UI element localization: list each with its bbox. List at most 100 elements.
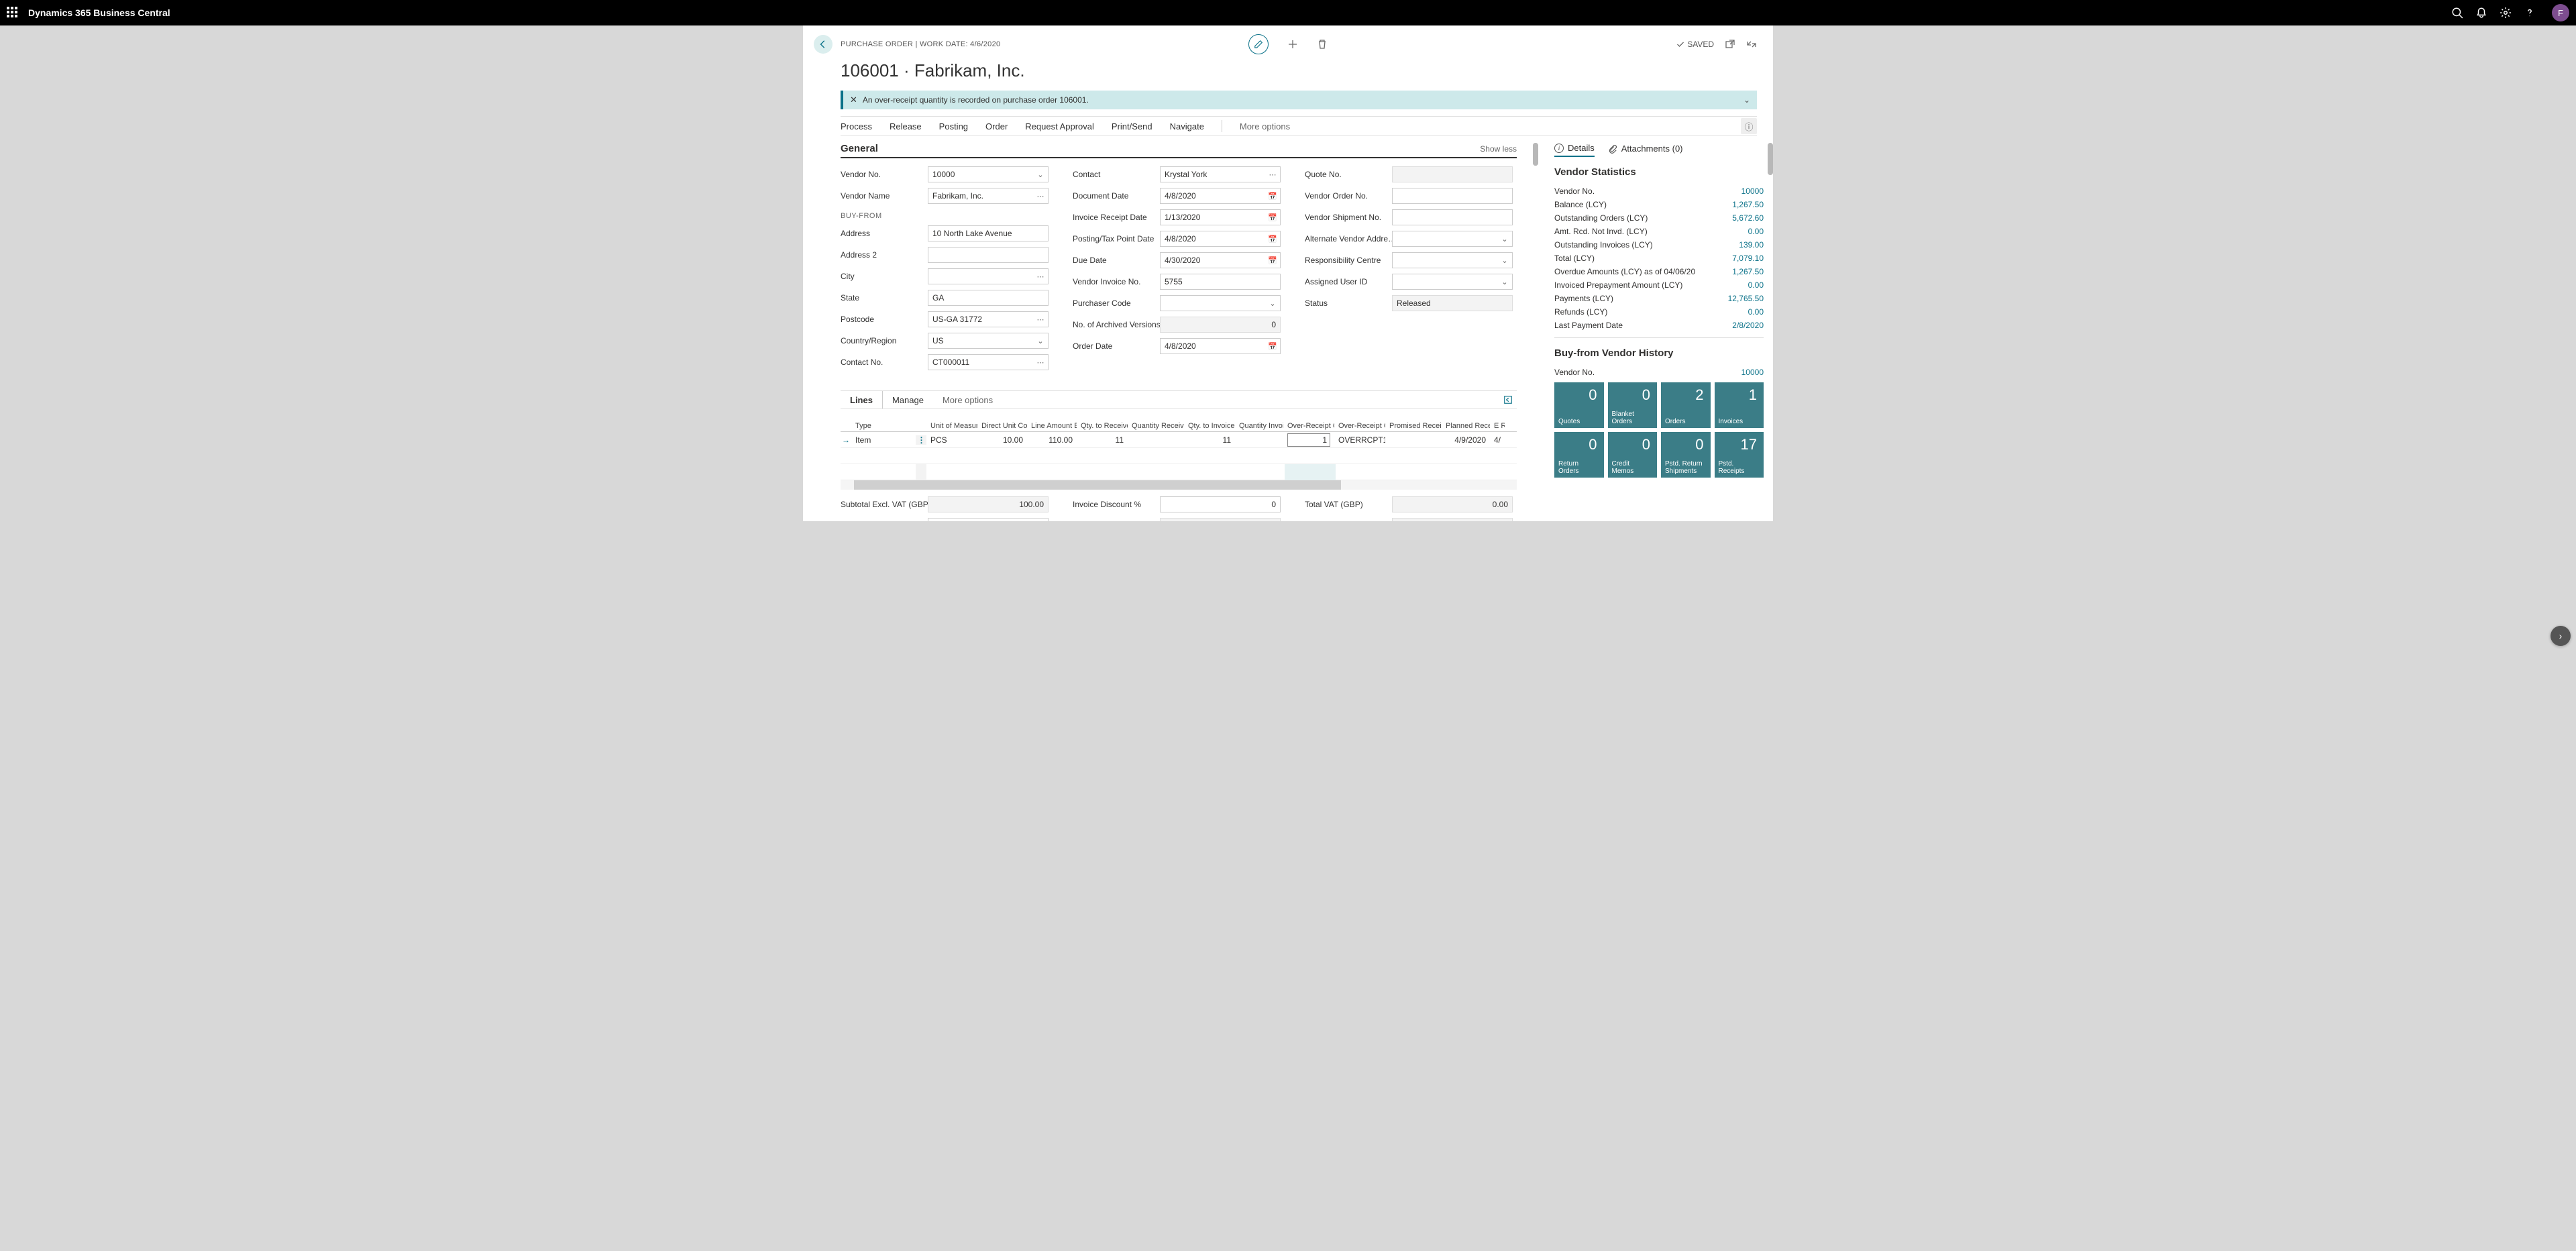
action-release[interactable]: Release <box>890 117 922 135</box>
vendor-shipment-no-input[interactable] <box>1392 209 1513 225</box>
grid-empty-row[interactable] <box>841 448 1517 464</box>
app-launcher-icon[interactable] <box>7 7 19 19</box>
vendor-history-title: Buy-from Vendor History <box>1554 343 1764 366</box>
fact-left-scrollbar[interactable] <box>1533 143 1538 166</box>
ellipsis-icon[interactable]: ⋯ <box>1034 270 1046 282</box>
tile-quotes[interactable]: 0Quotes <box>1554 382 1604 428</box>
ellipsis-icon[interactable]: ⋯ <box>1267 168 1279 180</box>
lines-tab[interactable]: Lines <box>841 391 883 409</box>
address-input[interactable]: 10 North Lake Avenue <box>928 225 1049 241</box>
search-icon[interactable] <box>2451 7 2463 19</box>
notice-close-icon[interactable]: ✕ <box>850 95 857 105</box>
stat-overdue[interactable]: 1,267.50 <box>1732 267 1764 276</box>
fact-scrollbar[interactable] <box>1768 143 1773 175</box>
dropdown-icon[interactable]: ⌄ <box>1267 297 1279 309</box>
settings-icon[interactable] <box>2500 7 2512 19</box>
notification-icon[interactable] <box>2475 7 2487 19</box>
vendor-no-input[interactable]: 10000⌄ <box>928 166 1049 182</box>
action-print-send[interactable]: Print/Send <box>1112 117 1152 135</box>
tile-blanket-orders[interactable]: 0Blanket Orders <box>1608 382 1658 428</box>
address2-input[interactable] <box>928 247 1049 263</box>
action-request-approval[interactable]: Request Approval <box>1025 117 1094 135</box>
dropdown-icon[interactable]: ⌄ <box>1034 335 1046 347</box>
lines-more-options[interactable]: More options <box>933 395 1002 405</box>
document-date-input[interactable]: 4/8/2020📅 <box>1160 188 1281 204</box>
city-input[interactable]: ⋯ <box>928 268 1049 284</box>
alt-vendor-addr-input[interactable]: ⌄ <box>1392 231 1513 247</box>
factbox-tab-details[interactable]: iDetails <box>1554 143 1595 157</box>
action-order[interactable]: Order <box>985 117 1008 135</box>
tile-invoices[interactable]: 1Invoices <box>1715 382 1764 428</box>
notice-expand-icon[interactable]: ⌄ <box>1743 95 1750 105</box>
dropdown-icon[interactable]: ⌄ <box>1499 233 1511 245</box>
contact-no-input[interactable]: CT000011⋯ <box>928 354 1049 370</box>
hist-vendor-no[interactable]: 10000 <box>1741 368 1764 377</box>
tile-orders[interactable]: 2Orders <box>1661 382 1711 428</box>
postcode-input[interactable]: US-GA 31772⋯ <box>928 311 1049 327</box>
grid-row[interactable]: → Item ⋮ PCS 10.00 110.00 11 11 1 OVERRC… <box>841 432 1517 448</box>
side-expand-button[interactable]: › <box>2551 626 2571 646</box>
stat-refunds[interactable]: 0.00 <box>1748 307 1764 317</box>
lines-maximize-icon[interactable] <box>1503 395 1513 404</box>
stat-total[interactable]: 7,079.10 <box>1732 254 1764 263</box>
calendar-icon[interactable]: 📅 <box>1267 233 1279 245</box>
country-input[interactable]: US⌄ <box>928 333 1049 349</box>
popout-icon[interactable] <box>1725 39 1735 50</box>
edit-button[interactable] <box>1248 34 1269 54</box>
new-button[interactable] <box>1287 39 1298 50</box>
action-navigate[interactable]: Navigate <box>1170 117 1204 135</box>
calendar-icon[interactable]: 📅 <box>1267 190 1279 202</box>
dropdown-icon[interactable]: ⌄ <box>1499 254 1511 266</box>
tile-pstd-receipts[interactable]: 17Pstd. Receipts <box>1715 432 1764 478</box>
ellipsis-icon[interactable]: ⋯ <box>1034 313 1046 325</box>
delete-button[interactable] <box>1317 39 1328 50</box>
action-posting[interactable]: Posting <box>939 117 968 135</box>
action-more-options[interactable]: More options <box>1240 117 1290 135</box>
tile-pstd-return-shipments[interactable]: 0Pstd. Return Shipments <box>1661 432 1711 478</box>
show-less-link[interactable]: Show less <box>1480 144 1517 154</box>
contact-input[interactable]: Krystal York⋯ <box>1160 166 1281 182</box>
row-menu-icon[interactable]: ⋮ <box>918 435 925 445</box>
posting-date-input[interactable]: 4/8/2020📅 <box>1160 231 1281 247</box>
grid-empty-row[interactable] <box>841 464 1517 480</box>
grid-hscrollbar[interactable] <box>841 480 1517 490</box>
dropdown-icon[interactable]: ⌄ <box>1499 276 1511 288</box>
stat-balance[interactable]: 1,267.50 <box>1732 200 1764 209</box>
inv-discount-pct-input[interactable]: 0 <box>1160 496 1281 512</box>
tile-return-orders[interactable]: 0Return Orders <box>1554 432 1604 478</box>
vendor-invoice-no-input[interactable]: 5755 <box>1160 274 1281 290</box>
calendar-icon[interactable]: 📅 <box>1267 254 1279 266</box>
responsibility-centre-input[interactable]: ⌄ <box>1392 252 1513 268</box>
factbox-tab-attachments[interactable]: Attachments (0) <box>1608 143 1683 157</box>
order-date-input[interactable]: 4/8/2020📅 <box>1160 338 1281 354</box>
help-icon[interactable] <box>2524 7 2536 19</box>
vendor-name-input[interactable]: Fabrikam, Inc.⋯ <box>928 188 1049 204</box>
ellipsis-icon[interactable]: ⋯ <box>1034 190 1046 202</box>
back-button[interactable] <box>814 35 833 54</box>
due-date-input[interactable]: 4/30/2020📅 <box>1160 252 1281 268</box>
info-icon[interactable]: ⓘ <box>1741 118 1757 134</box>
lines-manage[interactable]: Manage <box>883 395 933 405</box>
user-avatar[interactable]: F <box>2552 4 2569 21</box>
state-input[interactable]: GA <box>928 290 1049 306</box>
over-receipt-qty-input[interactable]: 1 <box>1287 433 1330 447</box>
stat-last-pay[interactable]: 2/8/2020 <box>1732 321 1764 330</box>
stat-out-orders[interactable]: 5,672.60 <box>1732 213 1764 223</box>
stat-vendor-no[interactable]: 10000 <box>1741 186 1764 196</box>
dropdown-icon[interactable]: ⌄ <box>1034 168 1046 180</box>
collapse-icon[interactable] <box>1746 39 1757 50</box>
stat-amt-rcd[interactable]: 0.00 <box>1748 227 1764 236</box>
calendar-icon[interactable]: 📅 <box>1267 340 1279 352</box>
stat-inv-pre[interactable]: 0.00 <box>1748 280 1764 290</box>
tile-credit-memos[interactable]: 0Credit Memos <box>1608 432 1658 478</box>
ellipsis-icon[interactable]: ⋯ <box>1034 356 1046 368</box>
invoice-receipt-date-input[interactable]: 1/13/2020📅 <box>1160 209 1281 225</box>
inv-discount-amount-input[interactable]: 0.00 <box>928 518 1049 521</box>
calendar-icon[interactable]: 📅 <box>1267 211 1279 223</box>
stat-out-inv[interactable]: 139.00 <box>1739 240 1764 250</box>
stat-payments[interactable]: 12,765.50 <box>1728 294 1764 303</box>
assigned-user-input[interactable]: ⌄ <box>1392 274 1513 290</box>
vendor-order-no-input[interactable] <box>1392 188 1513 204</box>
action-process[interactable]: Process <box>841 117 872 135</box>
purchaser-code-input[interactable]: ⌄ <box>1160 295 1281 311</box>
